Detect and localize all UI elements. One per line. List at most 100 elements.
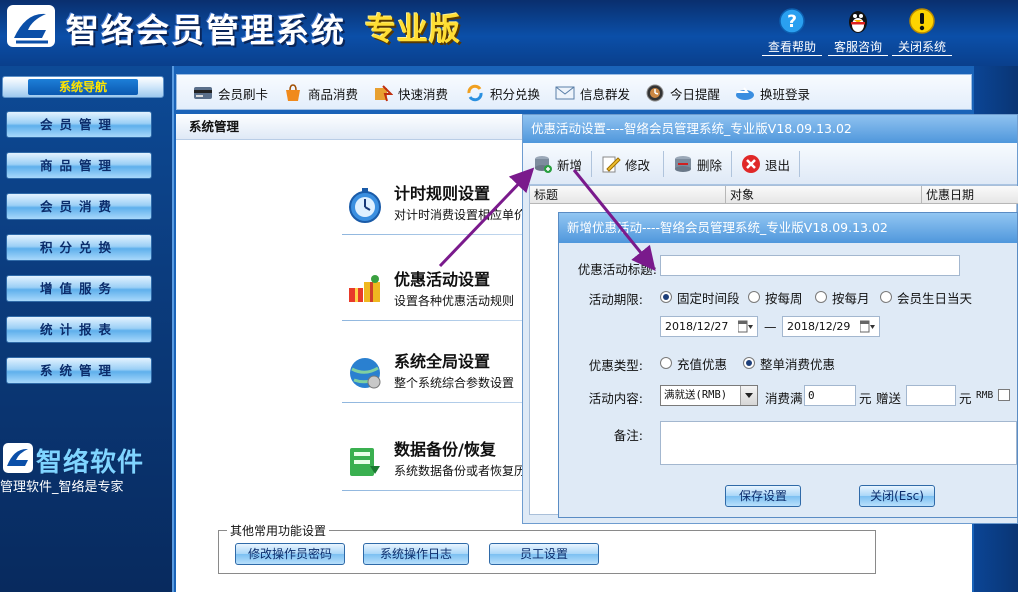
toolbar-product-consume[interactable]: 商品消费 bbox=[283, 83, 358, 103]
spend-unit: 元 bbox=[859, 391, 872, 406]
setting-timing-rules-title: 计时规则设置 bbox=[394, 184, 491, 203]
calendar-dropdown-icon bbox=[860, 320, 875, 333]
employee-settings-button[interactable]: 员工设置 bbox=[489, 543, 599, 565]
sidebar-heading-label: 系统导航 bbox=[28, 79, 138, 95]
promo-delete-label: 删除 bbox=[697, 157, 723, 173]
type-radio-order[interactable]: 整单消费优惠 bbox=[743, 354, 835, 372]
promo-content-label: 活动内容: bbox=[588, 391, 643, 406]
toolbar-shift-login[interactable]: 换班登录 bbox=[735, 83, 810, 103]
sidebar-item-member-management[interactable]: 会员管理 bbox=[6, 111, 152, 138]
period-radio-fixed-label: 固定时间段 bbox=[677, 290, 740, 306]
quick-toolbar: 会员刷卡 商品消费 快速消费 积分兑换 信息群发 今日提醒 换班登录 bbox=[176, 74, 972, 110]
period-radio-birthday-label: 会员生日当天 bbox=[897, 290, 973, 306]
promo-delete-button[interactable]: 删除 bbox=[673, 153, 722, 175]
promo-edit-button[interactable]: 修改 bbox=[601, 153, 650, 175]
promo-type-label: 优惠类型: bbox=[588, 358, 643, 373]
sidebar: 系统导航 会员管理 商品管理 会员消费 积分兑换 增值服务 统计报表 系统管理 … bbox=[0, 66, 172, 592]
toolbar-fast-consume[interactable]: 快速消费 bbox=[373, 83, 448, 103]
radio-dot bbox=[660, 291, 672, 303]
remark-textarea[interactable] bbox=[660, 421, 1017, 465]
support-button[interactable]: 客服咨询 bbox=[828, 8, 888, 56]
period-radio-monthly[interactable]: 按每月 bbox=[815, 288, 870, 306]
spend-label: 消费满 bbox=[765, 391, 803, 406]
type-radio-recharge[interactable]: 充值优惠 bbox=[660, 354, 727, 372]
brand-name: 智络软件 bbox=[36, 448, 145, 478]
close-dialog-button[interactable]: 关闭(Esc) bbox=[859, 485, 935, 507]
sidebar-item-member-consumption[interactable]: 会员消费 bbox=[6, 193, 152, 220]
remark-label: 备注: bbox=[613, 428, 643, 443]
chevron-down-icon bbox=[740, 386, 757, 405]
gift-label: 赠送 bbox=[876, 391, 902, 406]
start-date-value: 2018/12/27 bbox=[665, 320, 729, 333]
column-header-target[interactable]: 对象 bbox=[726, 186, 922, 204]
start-date-picker[interactable]: 2018/12/27 bbox=[660, 316, 758, 337]
column-header-date[interactable]: 优惠日期 bbox=[922, 186, 1018, 204]
save-settings-button[interactable]: 保存设置 bbox=[725, 485, 801, 507]
close-icon bbox=[742, 155, 760, 173]
other-functions-group: 其他常用功能设置 修改操作员密码 系统操作日志 员工设置 bbox=[218, 522, 876, 574]
radio-dot bbox=[880, 291, 892, 303]
period-radio-birthday[interactable]: 会员生日当天 bbox=[880, 288, 972, 306]
app-title: 智络会员管理系统 bbox=[66, 11, 346, 50]
new-promo-dialog: 新增优惠活动----智络会员管理系统_专业版V18.09.13.02 优惠活动标… bbox=[558, 212, 1018, 518]
period-radio-fixed[interactable]: 固定时间段 bbox=[660, 288, 740, 306]
end-date-picker[interactable]: 2018/12/29 bbox=[782, 316, 880, 337]
promo-exit-button[interactable]: 退出 bbox=[741, 153, 790, 175]
toolbar-points-exchange[interactable]: 积分兑换 bbox=[465, 83, 540, 103]
help-button[interactable]: ? 查看帮助 bbox=[762, 8, 822, 56]
period-label: 活动期限: bbox=[588, 292, 643, 307]
reminder-icon bbox=[646, 84, 664, 102]
setting-global-desc: 整个系统综合参数设置 bbox=[394, 376, 515, 390]
operation-log-button[interactable]: 系统操作日志 bbox=[363, 543, 469, 565]
setting-promotions-desc: 设置各种优惠活动规则 bbox=[394, 294, 515, 308]
app-edition-label: 专业版 bbox=[365, 12, 461, 48]
toolbar-mass-message[interactable]: 信息群发 bbox=[555, 83, 630, 103]
zhiluo-logo-icon bbox=[7, 5, 55, 47]
type-radio-order-label: 整单消费优惠 bbox=[760, 356, 836, 372]
period-radio-weekly[interactable]: 按每周 bbox=[748, 288, 803, 306]
gift-amount-input[interactable] bbox=[906, 385, 956, 406]
change-password-button[interactable]: 修改操作员密码 bbox=[235, 543, 345, 565]
radio-dot bbox=[815, 291, 827, 303]
calendar-dropdown-icon bbox=[738, 320, 753, 333]
promo-title-input[interactable] bbox=[660, 255, 960, 276]
sidebar-item-points-exchange[interactable]: 积分兑换 bbox=[6, 234, 152, 261]
setting-global-title: 系统全局设置 bbox=[394, 352, 491, 371]
rmb-checkbox[interactable] bbox=[998, 389, 1010, 401]
promo-content-select[interactable]: 满就送(RMB) bbox=[660, 385, 758, 406]
column-header-title[interactable]: 标题 bbox=[530, 186, 726, 204]
toolbar-fast-consume-label: 快速消费 bbox=[398, 86, 449, 102]
promo-new-button[interactable]: 新增 bbox=[533, 153, 582, 175]
setting-timing-rules-desc: 对计时消费设置相应单价 bbox=[394, 208, 527, 222]
setting-promotions-title: 优惠活动设置 bbox=[394, 270, 491, 289]
qq-penguin-icon bbox=[849, 11, 867, 33]
spend-amount-input[interactable]: 0 bbox=[804, 385, 856, 406]
help-label: 查看帮助 bbox=[762, 40, 822, 56]
date-range-separator: — bbox=[764, 319, 777, 334]
promo-edit-label: 修改 bbox=[625, 157, 651, 173]
toolbar-mass-message-label: 信息群发 bbox=[580, 86, 631, 102]
brand-block: 智络软件 管理软件_智络是专家 bbox=[0, 438, 172, 498]
end-date-value: 2018/12/29 bbox=[787, 320, 851, 333]
radio-dot bbox=[748, 291, 760, 303]
shopping-bag-icon bbox=[286, 84, 300, 101]
type-radio-recharge-label: 充值优惠 bbox=[677, 356, 728, 372]
toolbar-member-card[interactable]: 会员刷卡 bbox=[193, 83, 268, 103]
sidebar-item-system-management[interactable]: 系统管理 bbox=[6, 357, 152, 384]
toolbar-today-reminder[interactable]: 今日提醒 bbox=[645, 83, 720, 103]
other-functions-label: 其他常用功能设置 bbox=[227, 522, 330, 539]
shift-login-icon bbox=[736, 87, 754, 100]
sidebar-item-product-management[interactable]: 商品管理 bbox=[6, 152, 152, 179]
globe-gear-icon bbox=[350, 358, 381, 389]
gift-unit: 元 bbox=[959, 391, 972, 406]
mail-icon bbox=[555, 86, 575, 100]
toolbar-separator bbox=[799, 151, 800, 177]
sidebar-item-reports[interactable]: 统计报表 bbox=[6, 316, 152, 343]
toolbar-separator bbox=[591, 151, 592, 177]
zhiluo-logo-small-icon bbox=[3, 443, 33, 473]
close-system-button[interactable]: 关闭系统 bbox=[892, 8, 952, 56]
sidebar-item-value-added[interactable]: 增值服务 bbox=[6, 275, 152, 302]
period-radio-weekly-label: 按每周 bbox=[765, 290, 803, 306]
backup-icon bbox=[350, 448, 380, 476]
radio-dot bbox=[743, 357, 755, 369]
